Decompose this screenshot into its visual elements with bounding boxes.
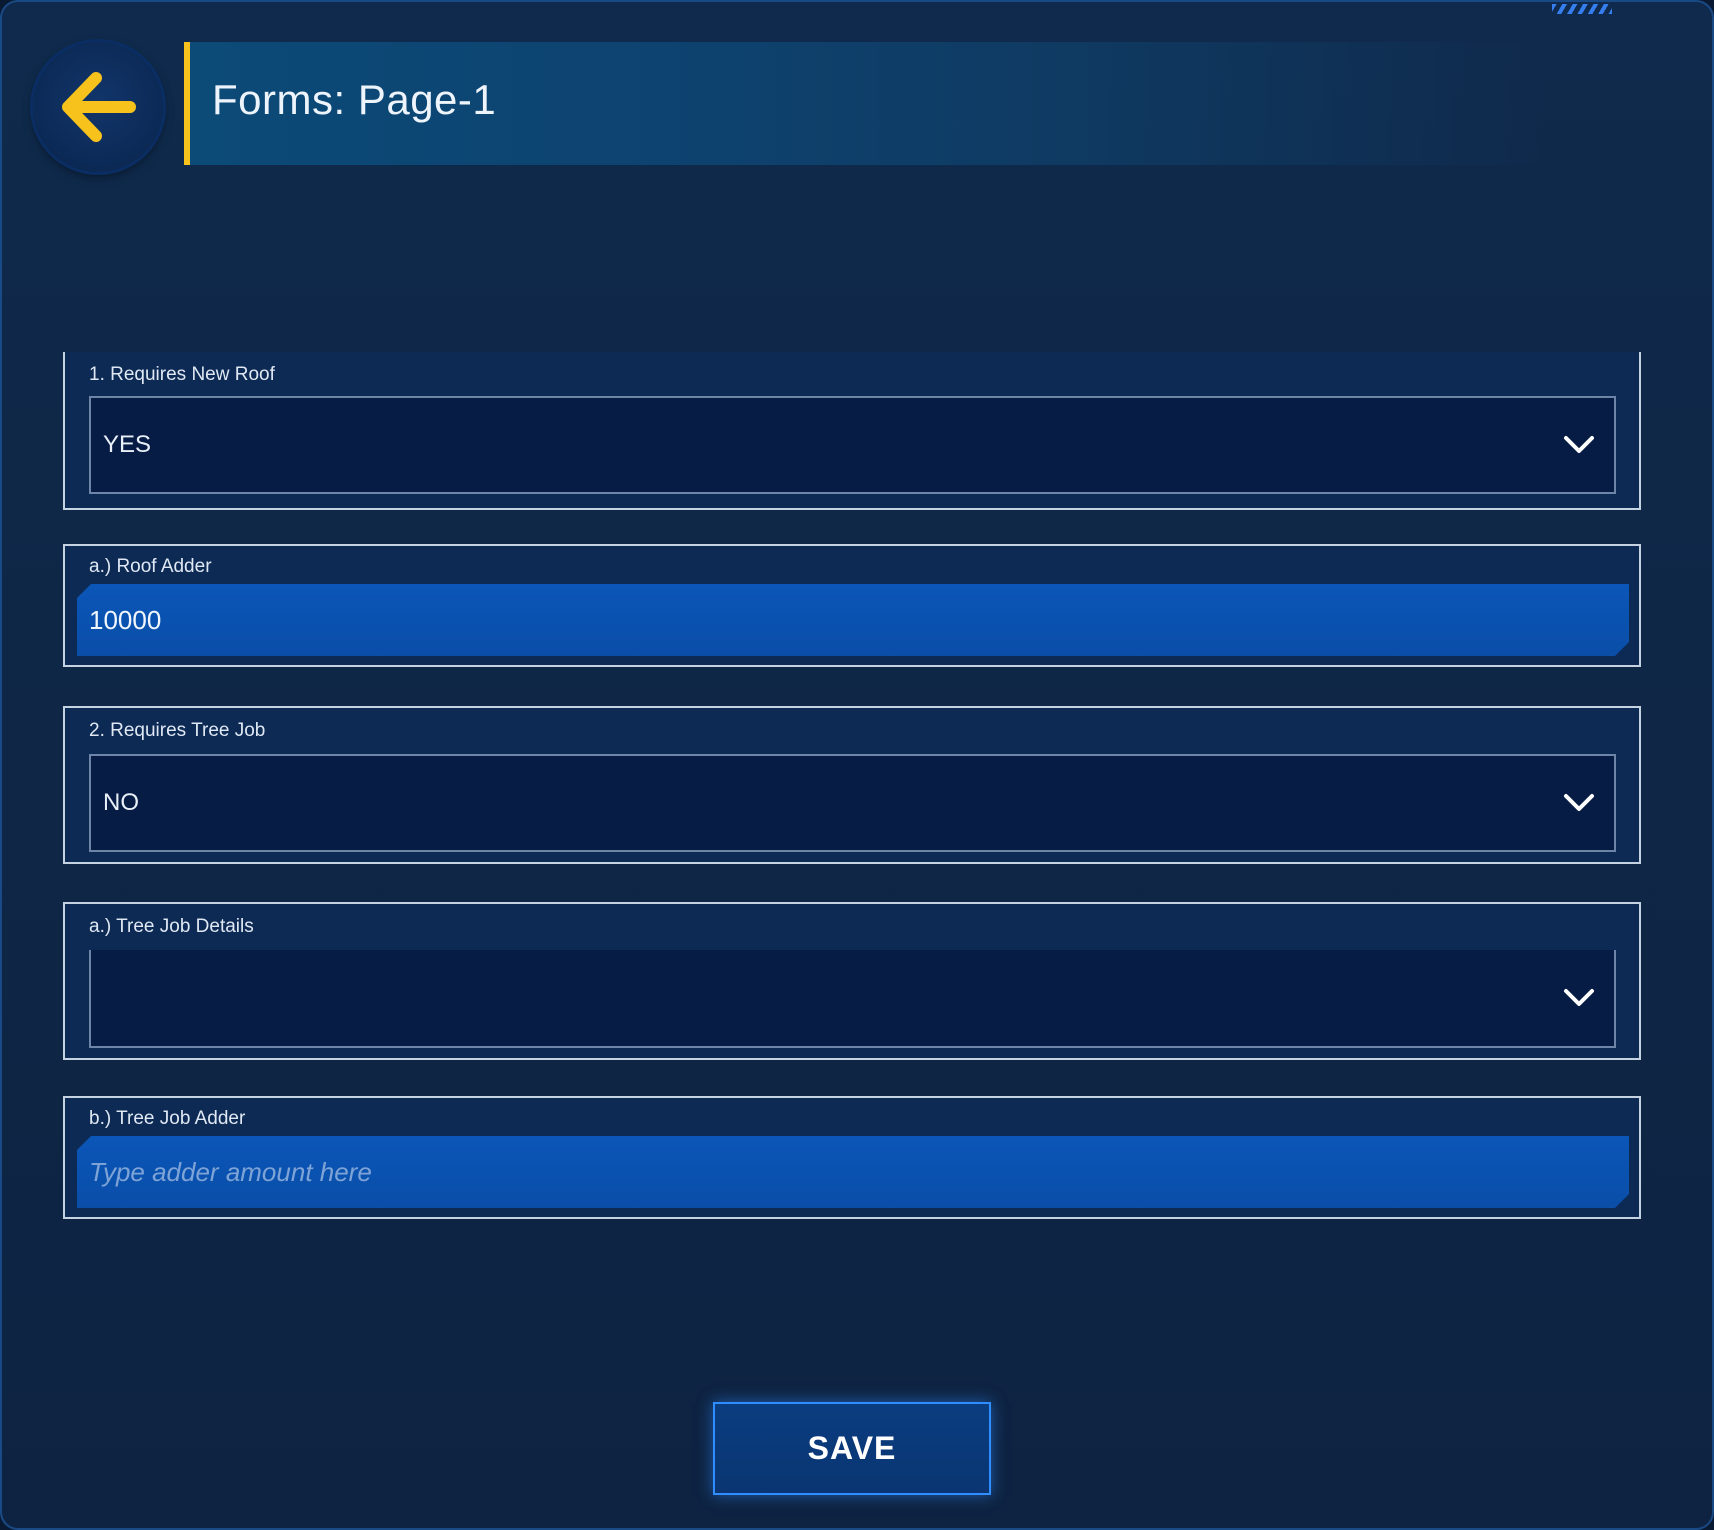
back-button[interactable] [33, 42, 163, 172]
requires-new-roof-field: 1. Requires New Roof YES [63, 352, 1641, 510]
roof-adder-input[interactable] [77, 584, 1629, 656]
tree-job-details-field: a.) Tree Job Details [63, 902, 1641, 1060]
field-label: a.) Roof Adder [89, 556, 212, 577]
tree-job-adder-field: b.) Tree Job Adder [63, 1096, 1641, 1219]
select-value: YES [103, 431, 152, 458]
requires-tree-job-select[interactable]: NO [89, 754, 1616, 852]
chevron-down-icon [1564, 989, 1594, 1006]
select-value: NO [103, 789, 139, 816]
form-panel: Forms: Page-1 1. Requires New Roof YES a… [0, 0, 1714, 1530]
arrow-left-icon [62, 72, 136, 142]
roof-adder-field: a.) Roof Adder [63, 544, 1641, 667]
requires-new-roof-select[interactable]: YES [89, 396, 1616, 494]
field-label: 2. Requires Tree Job [89, 720, 266, 741]
field-label: 1. Requires New Roof [89, 364, 275, 385]
corner-decoration [1552, 4, 1612, 14]
field-label: a.) Tree Job Details [89, 916, 254, 937]
field-label: b.) Tree Job Adder [89, 1108, 246, 1129]
requires-tree-job-field: 2. Requires Tree Job NO [63, 706, 1641, 864]
save-button[interactable]: SAVE [713, 1402, 991, 1495]
page-title: Forms: Page-1 [212, 76, 497, 123]
tree-job-adder-input[interactable] [77, 1136, 1629, 1208]
chevron-down-icon [1564, 794, 1594, 811]
chevron-down-icon [1564, 436, 1594, 453]
tree-job-details-select[interactable] [89, 950, 1616, 1048]
